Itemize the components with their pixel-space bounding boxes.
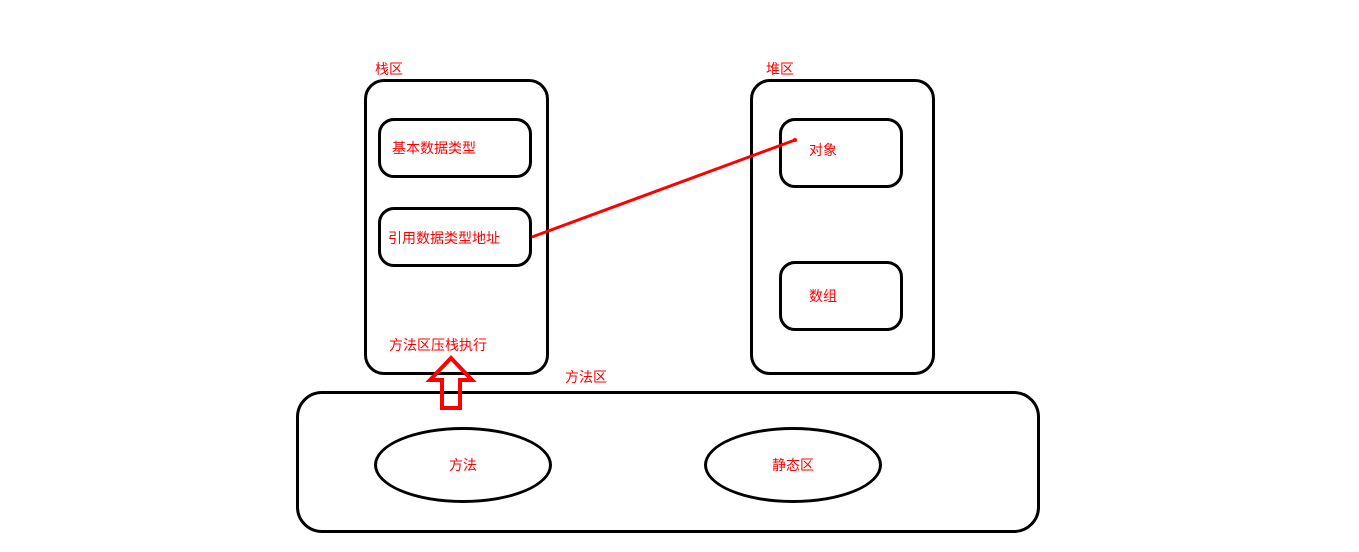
method-area-title: 方法区	[565, 367, 607, 387]
static-area-label: 静态区	[772, 455, 814, 475]
object-label: 对象	[809, 140, 837, 160]
diagram-canvas: 栈区 堆区 基本数据类型 引用数据类型地址 方法区压栈执行 对象 数组 方法区 …	[0, 0, 1359, 552]
stack-area-title: 栈区	[375, 59, 403, 79]
basic-data-type-label: 基本数据类型	[392, 138, 476, 158]
static-area-ellipse: 静态区	[704, 427, 882, 503]
object-box	[779, 118, 903, 188]
ref-type-addr-label: 引用数据类型地址	[388, 228, 500, 248]
method-label: 方法	[449, 455, 477, 475]
method-ellipse: 方法	[374, 427, 552, 503]
array-box	[779, 261, 903, 331]
heap-area-title: 堆区	[766, 59, 794, 79]
stack-exec-label: 方法区压栈执行	[389, 335, 487, 355]
array-label: 数组	[809, 286, 837, 306]
